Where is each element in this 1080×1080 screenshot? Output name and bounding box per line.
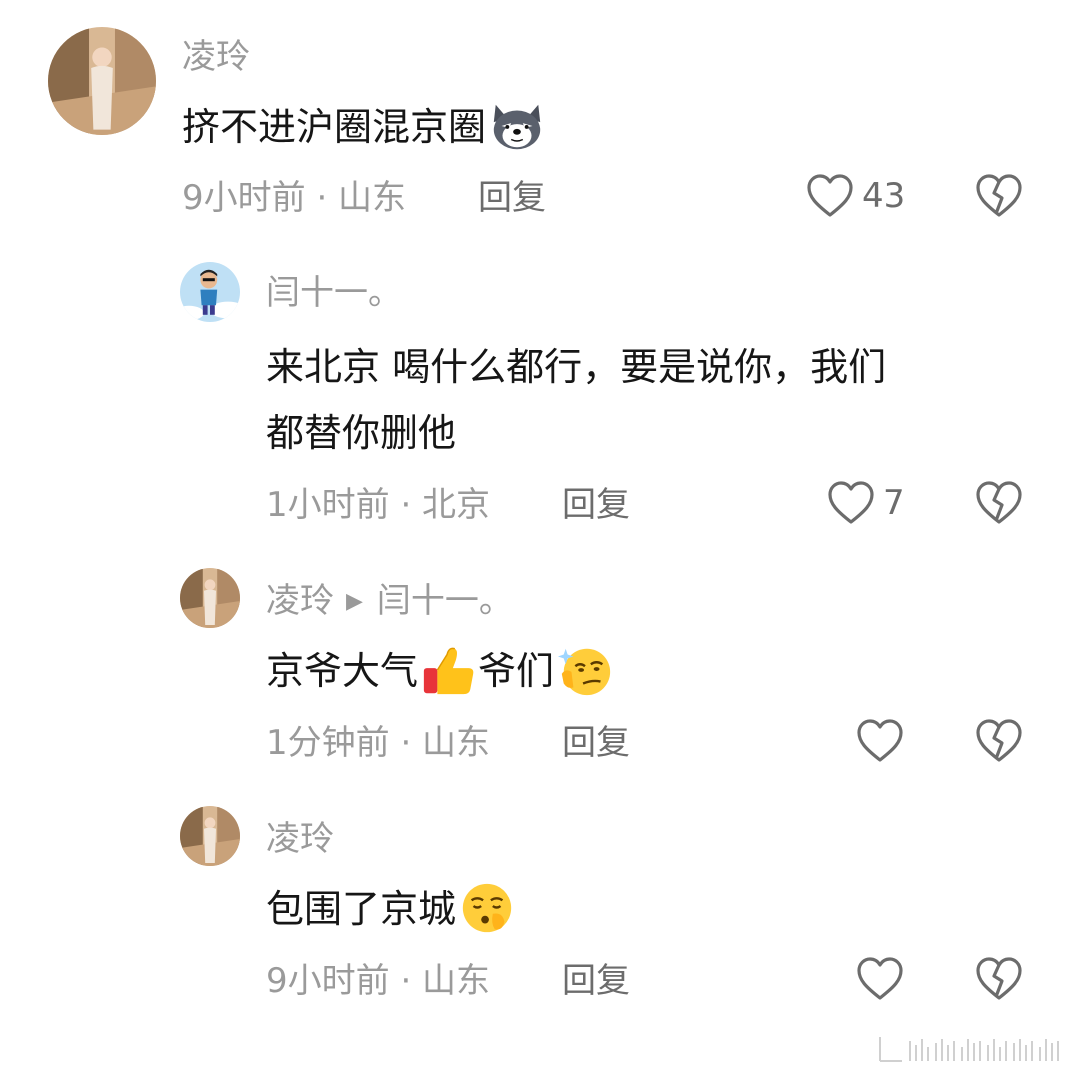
reply-button[interactable]: 回复: [562, 726, 630, 760]
heart-outline-icon: [828, 481, 874, 524]
like-button[interactable]: 43: [806, 173, 905, 219]
username[interactable]: 凌玲: [266, 822, 334, 856]
comment-text: 包围了京城: [266, 876, 516, 942]
comment-text-line: 都替你删他: [266, 411, 457, 455]
heart-outline-icon: [857, 957, 903, 1000]
comment-text-content: 京爷大气: [266, 649, 419, 693]
broken-heart-icon: [976, 174, 1022, 217]
reply-button[interactable]: 回复: [478, 181, 546, 215]
dislike-button[interactable]: [975, 718, 1023, 764]
watermark-graphic: [879, 1037, 1059, 1062]
avatar[interactable]: [48, 27, 156, 135]
triangle-right-icon: ▶: [346, 589, 363, 614]
avatar[interactable]: [180, 262, 240, 322]
reply-button[interactable]: 回复: [562, 488, 630, 522]
dislike-button[interactable]: [975, 956, 1023, 1002]
heart-outline-icon: [857, 719, 903, 762]
comment-text-line: 来北京 喝什么都行，要是说你，我们: [266, 345, 887, 389]
like-count: 7: [883, 483, 905, 523]
dislike-button[interactable]: [975, 480, 1023, 526]
broken-heart-icon: [976, 957, 1022, 1000]
dislike-button[interactable]: [975, 173, 1023, 219]
smirk-face-emoji: [556, 641, 614, 699]
username-reply-header: 凌玲 ▶ 闫十一。: [266, 584, 513, 618]
reply-button[interactable]: 回复: [562, 964, 630, 998]
comment-meta: 9小时前 · 山东: [266, 961, 491, 1001]
dog-face-emoji: [488, 97, 546, 155]
username[interactable]: 闫十一。: [266, 276, 402, 310]
thumbs-up-emoji: [420, 641, 478, 699]
shush-face-emoji: [458, 879, 516, 937]
broken-heart-icon: [976, 719, 1022, 762]
avatar[interactable]: [180, 806, 240, 866]
comment-meta: 1小时前 · 北京: [266, 485, 491, 525]
comment-text-content: 包围了京城: [266, 887, 457, 931]
username[interactable]: 凌玲: [182, 40, 250, 74]
broken-heart-icon: [976, 481, 1022, 524]
watermark: [876, 1033, 1066, 1070]
comment-text-content: 爷们: [478, 649, 555, 693]
comment-text: 挤不进沪圈混京圈: [182, 94, 546, 160]
like-button[interactable]: 7: [827, 480, 905, 526]
comment-meta: 9小时前 · 山东: [182, 178, 407, 218]
heart-outline-icon: [807, 174, 853, 217]
avatar[interactable]: [180, 568, 240, 628]
like-button[interactable]: [856, 718, 912, 764]
username[interactable]: 凌玲: [266, 581, 334, 621]
reply-to-username[interactable]: 闫十一。: [377, 581, 513, 621]
comment-text: 京爷大气 爷们: [266, 638, 614, 704]
comment-meta: 1分钟前 · 山东: [266, 723, 491, 763]
like-button[interactable]: [856, 956, 912, 1002]
comment-text-content: 挤不进沪圈混京圈: [182, 105, 487, 149]
like-count: 43: [862, 176, 906, 216]
